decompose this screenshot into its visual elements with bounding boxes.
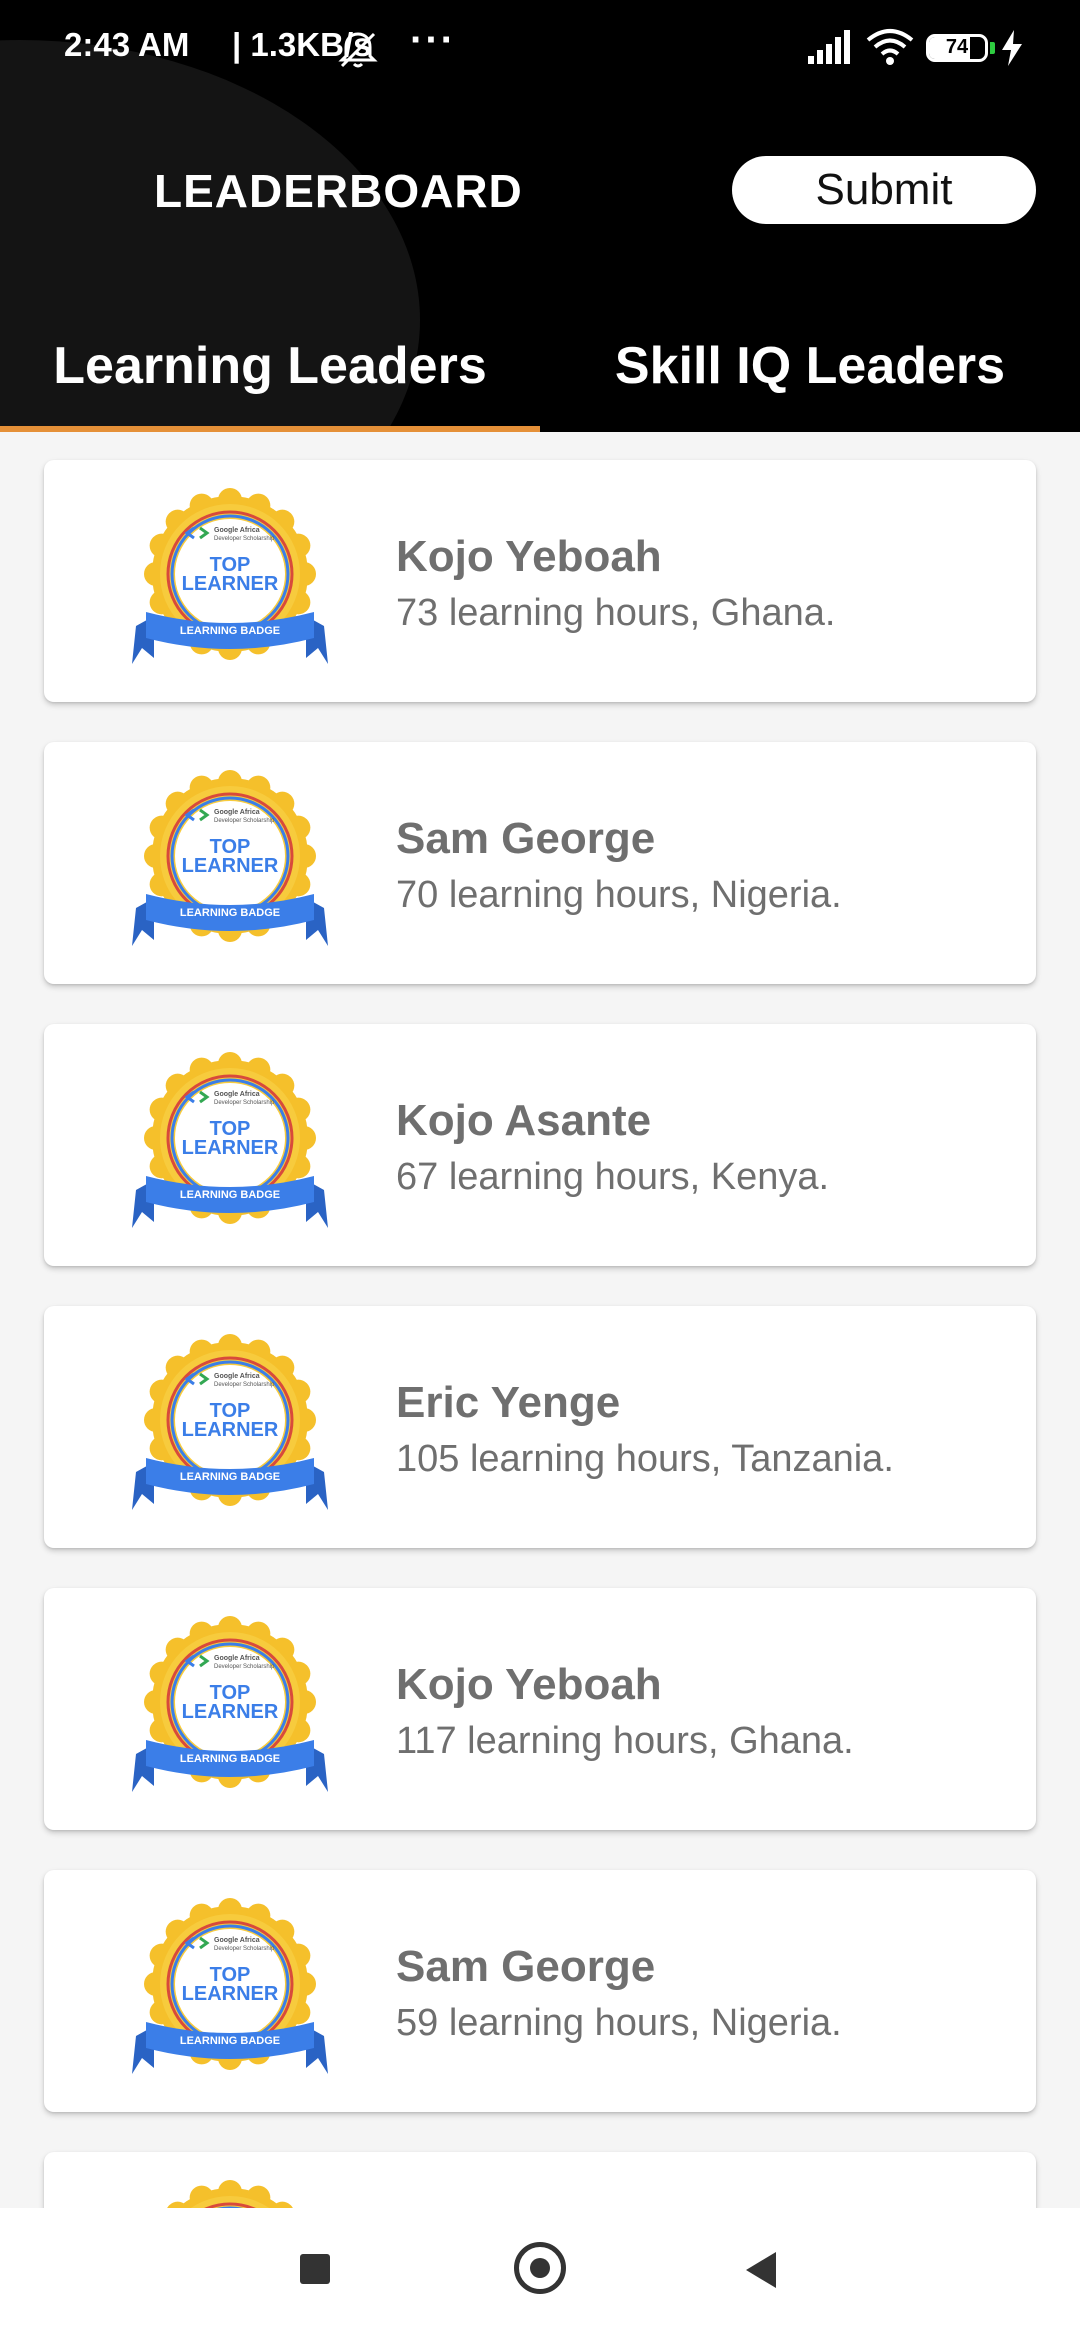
top-learner-badge-icon: Google Africa Developer Scholarship TOP …: [132, 1334, 328, 1510]
top-learner-badge-icon: [167, 2180, 293, 2208]
badge-text-brand2: Developer Scholarship: [214, 1946, 275, 1952]
top-learner-badge-icon: Google Africa Developer Scholarship TOP …: [132, 770, 328, 946]
badge-text-brand2: Developer Scholarship: [214, 1100, 275, 1106]
back-icon[interactable]: [744, 2250, 778, 2290]
badge-text-brand2: Developer Scholarship: [214, 536, 275, 542]
recent-apps-icon[interactable]: [300, 2254, 330, 2284]
badge-text-brand1: Google Africa: [214, 1373, 260, 1380]
top-learner-badge-icon: Google Africa Developer Scholarship TOP …: [132, 1052, 328, 1228]
badge-text-learner: LEARNER: [182, 1983, 279, 2005]
leader-detail: 73 learning hours, Ghana.: [396, 592, 836, 634]
badge-text-ribbon: LEARNING BADGE: [180, 625, 280, 637]
leader-name: Eric Yenge: [396, 1378, 621, 1427]
leader-card[interactable]: Google Africa Developer Scholarship TOP …: [44, 1024, 1036, 1266]
battery-tip: [990, 42, 995, 54]
battery-icon: 74: [926, 34, 988, 62]
tab-skill-iq-leaders[interactable]: Skill IQ Leaders: [540, 336, 1080, 396]
leader-card-partial[interactable]: [44, 2152, 1036, 2208]
badge-text-ribbon: LEARNING BADGE: [180, 2035, 280, 2047]
leader-card[interactable]: Google Africa Developer Scholarship TOP …: [44, 1588, 1036, 1830]
home-icon[interactable]: [514, 2242, 566, 2294]
leader-card[interactable]: Google Africa Developer Scholarship TOP …: [44, 742, 1036, 984]
tab-learning-leaders[interactable]: Learning Leaders: [0, 336, 540, 396]
submit-button[interactable]: Submit: [732, 156, 1036, 224]
badge-text-learner: LEARNER: [182, 1419, 279, 1441]
signal-icon: [808, 30, 850, 64]
leader-detail: 105 learning hours, Tanzania.: [396, 1438, 894, 1480]
battery-level: 74: [945, 36, 969, 58]
badge-text-ribbon: LEARNING BADGE: [180, 907, 280, 919]
status-bar: 2:43 AM | 1.3KB/s ··· 74: [0, 0, 1080, 80]
badge-text-brand1: Google Africa: [214, 1937, 260, 1944]
mute-notifications-icon: [338, 32, 378, 68]
badge-text-ribbon: LEARNING BADGE: [180, 1471, 280, 1483]
badge-text-brand1: Google Africa: [214, 1655, 260, 1662]
status-time: 2:43 AM: [64, 26, 190, 63]
status-more-icon: ···: [410, 18, 456, 62]
badge-text-brand1: Google Africa: [214, 1091, 260, 1098]
leader-detail: 59 learning hours, Nigeria.: [396, 2002, 842, 2044]
leader-card[interactable]: Google Africa Developer Scholarship TOP …: [44, 460, 1036, 702]
wifi-icon: [866, 29, 914, 65]
badge-text-ribbon: LEARNING BADGE: [180, 1189, 280, 1201]
top-learner-badge-icon: Google Africa Developer Scholarship TOP …: [132, 1898, 328, 2074]
badge-text-brand2: Developer Scholarship: [214, 818, 275, 824]
top-learner-badge-icon: Google Africa Developer Scholarship TOP …: [132, 488, 328, 664]
leader-card[interactable]: Google Africa Developer Scholarship TOP …: [44, 1306, 1036, 1548]
leader-detail: 117 learning hours, Ghana.: [396, 1720, 854, 1762]
badge-text-ribbon: LEARNING BADGE: [180, 1753, 280, 1765]
badge-text-learner: LEARNER: [182, 1137, 279, 1159]
badge-text-learner: LEARNER: [182, 573, 279, 595]
leader-name: Kojo Asante: [396, 1096, 652, 1145]
leader-card[interactable]: Google Africa Developer Scholarship TOP …: [44, 1870, 1036, 2112]
home-dot: [530, 2258, 550, 2278]
leader-detail: 70 learning hours, Nigeria.: [396, 874, 842, 916]
badge-text-brand1: Google Africa: [214, 527, 260, 534]
system-nav-bar: [0, 2208, 1080, 2340]
badge-text-brand2: Developer Scholarship: [214, 1382, 275, 1388]
badge-text-brand2: Developer Scholarship: [214, 1664, 275, 1670]
leader-name: Kojo Yeboah: [396, 1660, 662, 1709]
leader-name: Sam George: [396, 814, 656, 863]
app-header: 2:43 AM | 1.3KB/s ··· 74 LEADERBOARD Sub…: [0, 0, 1080, 432]
charging-icon: [1002, 30, 1022, 66]
leader-name: Sam George: [396, 1942, 656, 1991]
badge-text-learner: LEARNER: [182, 855, 279, 877]
leaders-list[interactable]: Google Africa Developer Scholarship TOP …: [0, 432, 1080, 2208]
badge-text-learner: LEARNER: [182, 1701, 279, 1723]
top-learner-badge-icon: Google Africa Developer Scholarship TOP …: [132, 1616, 328, 1792]
page-title: LEADERBOARD: [154, 165, 523, 217]
leader-name: Kojo Yeboah: [396, 532, 662, 581]
badge-text-brand1: Google Africa: [214, 809, 260, 816]
leader-detail: 67 learning hours, Kenya.: [396, 1156, 830, 1198]
